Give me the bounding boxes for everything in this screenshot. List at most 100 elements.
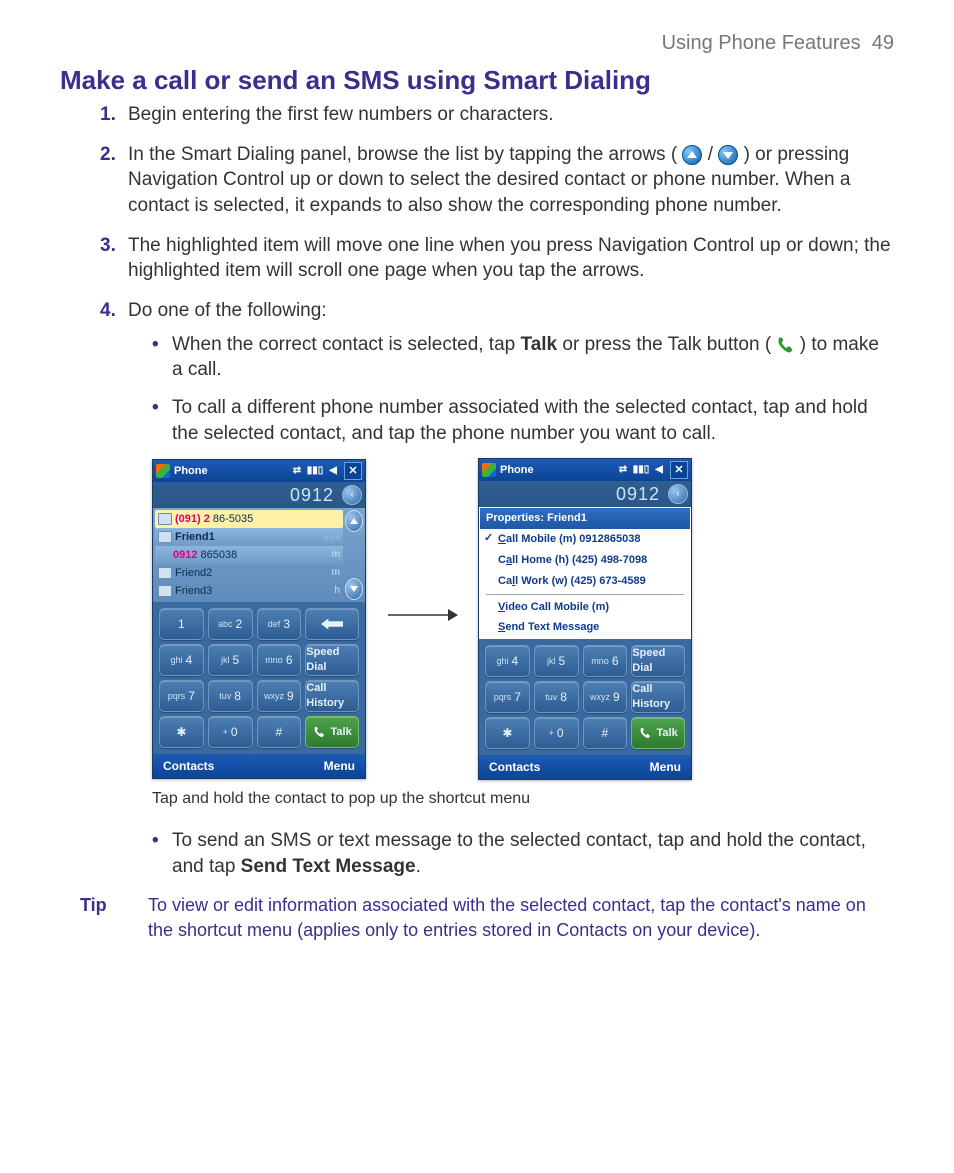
step-text-part: / <box>708 144 719 165</box>
context-menu: Properties: Friend1 Call Mobile (m) 0912… <box>479 507 691 639</box>
match-highlight: (091) 2 <box>175 512 210 527</box>
list-item-selected[interactable]: Friend1 ○ ○ ○ <box>155 528 343 546</box>
key-7[interactable]: pqrs7 <box>485 681 530 713</box>
talk-icon <box>776 336 794 354</box>
key-hash[interactable]: # <box>257 716 302 748</box>
speaker-icon: ◀ <box>652 463 666 477</box>
smart-dial-list[interactable]: (091) 286-5035 Friend1 ○ ○ ○ 0912865038 … <box>153 508 365 602</box>
sync-icon: ⇄ <box>290 464 304 478</box>
step-3: 3. The highlighted item will move one li… <box>100 233 894 284</box>
contact-icon <box>158 513 172 525</box>
key-speed-dial[interactable]: Speed Dial <box>305 644 359 676</box>
step-1: 1. Begin entering the first few numbers … <box>100 102 894 128</box>
contact-name: Friend3 <box>175 584 212 599</box>
key-0[interactable]: +0 <box>208 716 253 748</box>
key-9[interactable]: wxyz9 <box>583 681 628 713</box>
key-1[interactable]: 1 <box>159 608 204 640</box>
close-button[interactable]: ✕ <box>670 461 688 479</box>
bullet-1: When the correct contact is selected, ta… <box>152 332 894 383</box>
keypad: ghi4 jkl5 mno6 Speed Dial pqrs7 tuv8 wxy… <box>479 639 691 755</box>
softkey-right[interactable]: Menu <box>650 759 681 775</box>
key-6[interactable]: mno6 <box>257 644 302 676</box>
scroll-down-button[interactable] <box>345 578 363 600</box>
phone-left: Phone ⇄ ▮▮▯ ◀ ✕ 0912 ‹ (091) 286-5035 <box>152 459 366 779</box>
steps-list: 1. Begin entering the first few numbers … <box>100 102 894 879</box>
contact-name: Friend2 <box>175 566 212 581</box>
speaker-icon: ◀ <box>326 464 340 478</box>
menu-separator <box>486 594 684 595</box>
contact-icon <box>158 531 172 543</box>
key-8[interactable]: tuv8 <box>534 681 579 713</box>
list-item[interactable]: Friend3 h <box>155 582 343 600</box>
page-title: Make a call or send an SMS using Smart D… <box>60 63 894 98</box>
number-display: 0912 ‹ <box>153 482 365 508</box>
close-button[interactable]: ✕ <box>344 462 362 480</box>
contact-name: Friend1 <box>175 530 215 545</box>
start-icon[interactable] <box>482 463 496 477</box>
tip-label: Tip <box>60 893 120 942</box>
key-7[interactable]: pqrs7 <box>159 680 204 712</box>
bullet-3: To send an SMS or text message to the se… <box>152 828 894 879</box>
step-text: Begin entering the first few numbers or … <box>128 104 554 125</box>
talk-label: Talk <box>521 334 558 355</box>
list-item[interactable]: (091) 286-5035 <box>155 510 343 528</box>
key-4[interactable]: ghi4 <box>485 645 530 677</box>
backspace-round-button[interactable]: ‹ <box>342 485 362 505</box>
number-display: 0912 ‹ <box>479 481 691 507</box>
key-call-history[interactable]: Call History <box>631 681 685 713</box>
step-4: 4. Do one of the following: When the cor… <box>100 298 894 879</box>
softkey-left[interactable]: Contacts <box>489 759 540 775</box>
start-icon[interactable] <box>156 464 170 478</box>
key-backspace[interactable] <box>305 608 359 640</box>
menu-item-send-text[interactable]: Send Text Message <box>480 617 690 638</box>
key-5[interactable]: jkl5 <box>208 644 253 676</box>
contact-icon <box>158 567 172 579</box>
tip-body: To view or edit information associated w… <box>148 893 894 942</box>
scroll-up-button[interactable] <box>345 510 363 532</box>
backspace-round-button[interactable]: ‹ <box>668 484 688 504</box>
titlebar: Phone ⇄ ▮▮▯ ◀ ✕ <box>479 459 691 481</box>
signal-icon: ▮▮▯ <box>308 464 322 478</box>
key-9[interactable]: wxyz9 <box>257 680 302 712</box>
list-item-expanded[interactable]: 0912865038 m <box>155 546 343 564</box>
menu-item-call-work[interactable]: Call Work (w) (425) 673-4589 <box>480 571 690 592</box>
key-speed-dial[interactable]: Speed Dial <box>631 645 685 677</box>
scroll-arrows <box>345 510 363 600</box>
step-number: 3. <box>100 233 116 259</box>
step-2: 2. In the Smart Dialing panel, browse th… <box>100 142 894 219</box>
arrow-up-icon <box>682 145 702 165</box>
key-2[interactable]: abc2 <box>208 608 253 640</box>
key-talk[interactable]: Talk <box>631 717 685 749</box>
key-6[interactable]: mno6 <box>583 645 628 677</box>
softkey-bar: Contacts Menu <box>153 754 365 778</box>
step-number: 4. <box>100 298 116 324</box>
phone-right: Phone ⇄ ▮▮▯ ◀ ✕ 0912 ‹ Properties: Frien… <box>478 458 692 780</box>
key-8[interactable]: tuv8 <box>208 680 253 712</box>
arrow-right-icon <box>386 605 458 633</box>
menu-item-call-mobile[interactable]: Call Mobile (m) 0912865038 <box>480 529 690 550</box>
softkey-right[interactable]: Menu <box>324 758 355 774</box>
key-hash[interactable]: # <box>583 717 628 749</box>
key-star[interactable]: ✱ <box>159 716 204 748</box>
list-item[interactable]: Friend2 m <box>155 564 343 582</box>
substeps: When the correct contact is selected, ta… <box>152 332 894 447</box>
page-number: 49 <box>872 32 894 54</box>
key-talk[interactable]: Talk <box>305 716 359 748</box>
tip-block: Tip To view or edit information associat… <box>60 893 894 942</box>
figure-caption: Tap and hold the contact to pop up the s… <box>152 788 894 810</box>
key-3[interactable]: def3 <box>257 608 302 640</box>
page-header: Using Phone Features 49 <box>60 30 894 57</box>
key-5[interactable]: jkl5 <box>534 645 579 677</box>
key-0[interactable]: +0 <box>534 717 579 749</box>
key-star[interactable]: ✱ <box>485 717 530 749</box>
softkey-left[interactable]: Contacts <box>163 758 214 774</box>
arrow-down-icon <box>718 145 738 165</box>
key-call-history[interactable]: Call History <box>305 680 359 712</box>
dialed-number: 0912 <box>156 483 338 507</box>
menu-item-call-home[interactable]: Call Home (h) (425) 498-7098 <box>480 550 690 571</box>
step-text-part: In the Smart Dialing panel, browse the l… <box>128 144 677 165</box>
match-highlight: 0912 <box>173 548 197 563</box>
menu-item-video-call[interactable]: Video Call Mobile (m) <box>480 597 690 618</box>
key-4[interactable]: ghi4 <box>159 644 204 676</box>
send-text-label: Send Text Message <box>241 856 416 877</box>
